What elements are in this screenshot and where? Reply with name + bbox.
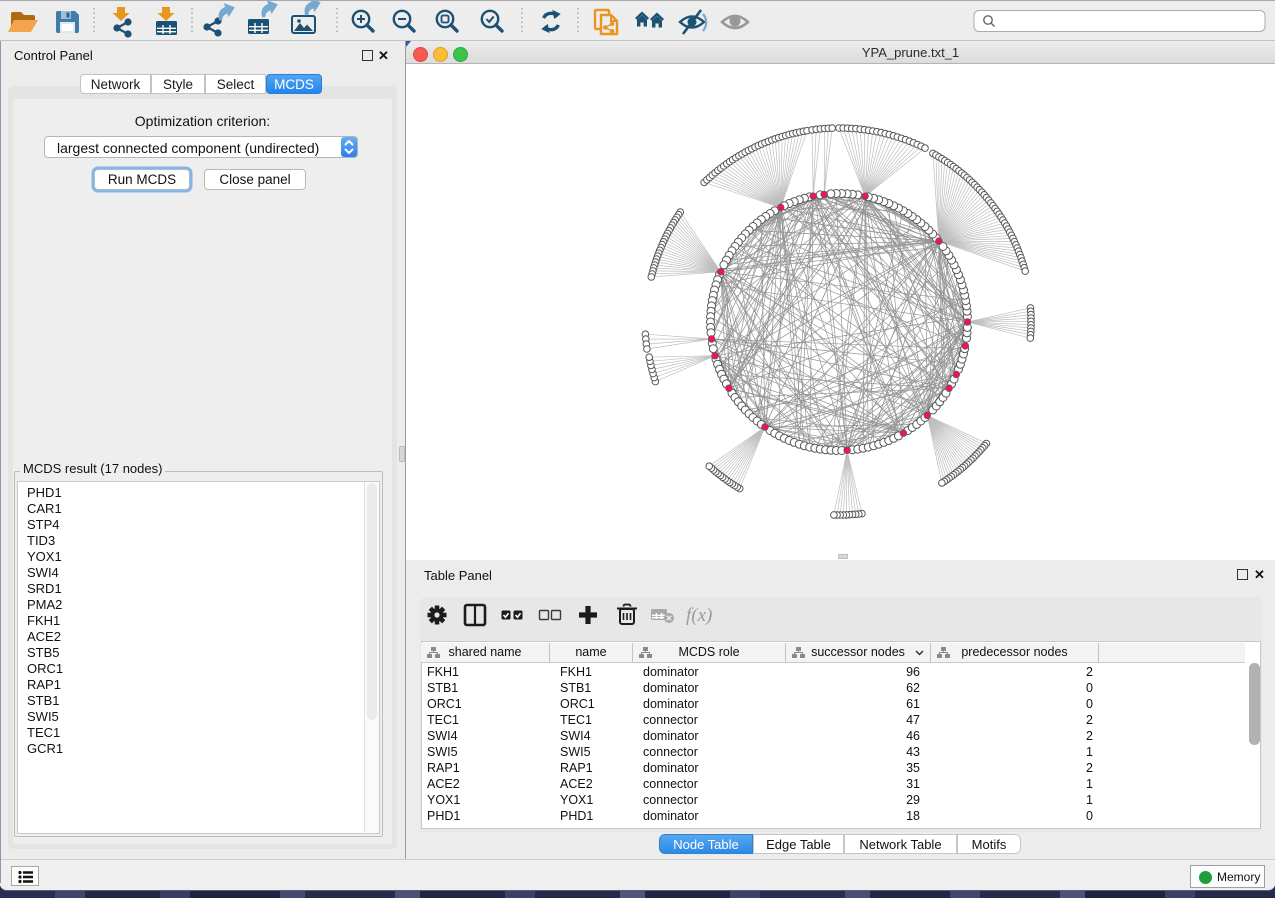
svg-text:f(x): f(x)	[686, 605, 712, 626]
